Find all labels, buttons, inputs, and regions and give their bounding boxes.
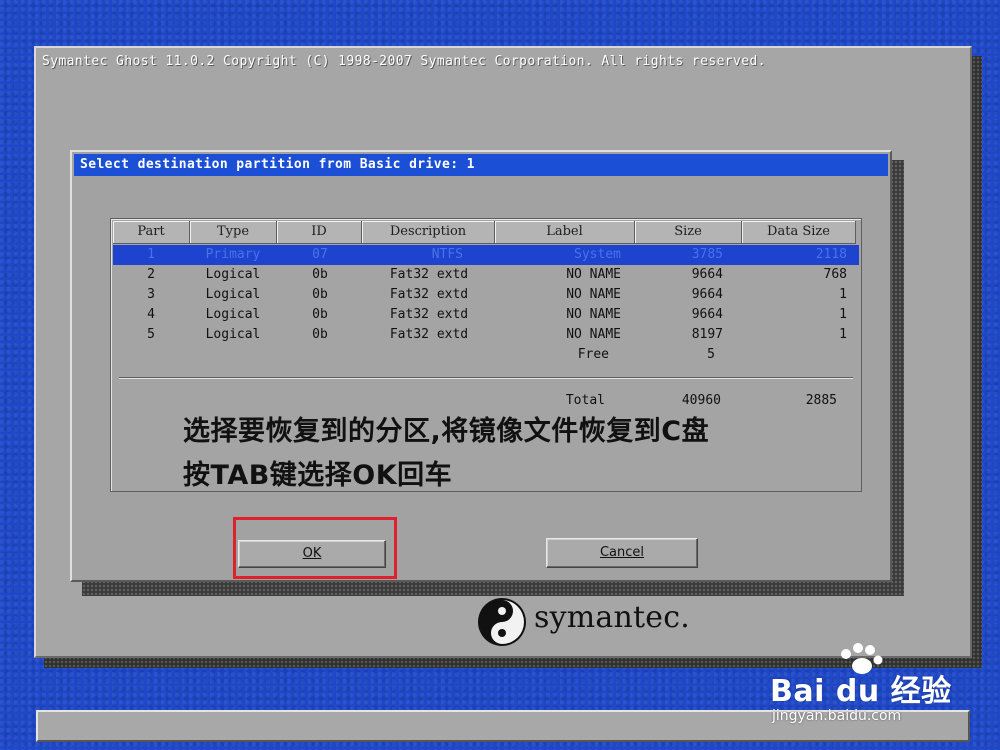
cell-data-size — [719, 345, 847, 365]
instruction-text-line2: 按TAB键选择OK回车 — [183, 460, 453, 491]
baidu-watermark: Bai du 经验 jingyan.baidu.com — [770, 640, 990, 740]
cell-id — [277, 345, 363, 365]
free-space-row: Free 5 — [113, 345, 859, 365]
cell-label: NO NAME — [566, 327, 621, 342]
cell-type: Primary — [205, 247, 261, 262]
cell-part: 3 — [147, 287, 155, 302]
cell-size: 3785 — [691, 247, 723, 262]
dialog-title: Select destination partition from Basic … — [74, 154, 888, 176]
cell-id: 0b — [312, 327, 328, 342]
column-header-type[interactable]: Type — [190, 221, 277, 244]
cell-size: 9664 — [691, 307, 723, 322]
cell-size: 9664 — [691, 287, 723, 302]
cell-type: Logical — [205, 327, 261, 342]
partition-row[interactable]: 4 Logical 0b Fat32 extd NO NAME 9664 1 — [113, 305, 859, 325]
cell-size: 9664 — [691, 267, 723, 282]
cell-data-size: 1 — [839, 307, 847, 322]
cell-label: NO NAME — [566, 287, 621, 302]
cell-description: Fat32 extd — [389, 267, 469, 282]
partition-row[interactable]: 3 Logical 0b Fat32 extd NO NAME 9664 1 — [113, 285, 859, 305]
cell-data-size: 768 — [823, 267, 847, 282]
cell-type — [189, 345, 277, 365]
cell-type: Logical — [205, 267, 261, 282]
baidu-brand-text: Bai du 经验 — [770, 674, 952, 709]
cell-part — [113, 345, 189, 365]
cell-part: 2 — [147, 267, 155, 282]
symantec-logo-icon — [478, 598, 526, 646]
column-header-size[interactable]: Size — [635, 221, 742, 244]
cell-data-size: 1 — [839, 287, 847, 302]
column-header-data-size[interactable]: Data Size — [742, 221, 856, 244]
select-partition-dialog: Select destination partition from Basic … — [70, 150, 892, 582]
cell-data-size: 2118 — [815, 247, 847, 262]
column-header-part[interactable]: Part — [113, 221, 190, 244]
instruction-text-line1: 选择要恢复到的分区,将镜像文件恢复到C盘 — [183, 416, 710, 447]
symantec-logo-text: symantec. — [534, 600, 690, 635]
cell-size: 8197 — [691, 327, 723, 342]
cell-description: Fat32 extd — [389, 287, 469, 302]
cell-id: 0b — [312, 307, 328, 322]
baidu-url-text: jingyan.baidu.com — [772, 708, 902, 724]
cell-id: 0b — [312, 267, 328, 282]
cancel-button-label: Cancel — [599, 545, 645, 560]
cell-description: Fat32 extd — [389, 307, 469, 322]
cell-type: Logical — [205, 307, 261, 322]
total-row: Total 40960 2885 — [113, 391, 859, 411]
cell-description — [363, 345, 495, 365]
cell-label: System — [574, 247, 621, 262]
cell-type: Logical — [205, 287, 261, 302]
cell-description: Fat32 extd — [389, 327, 469, 342]
window-title: Symantec Ghost 11.0.2 Copyright (C) 1998… — [42, 54, 766, 69]
cell-data-size: 1 — [839, 327, 847, 342]
total-data-size: 2885 — [805, 393, 837, 408]
partition-row-selected[interactable]: 1 Primary 07 NTFS System 3785 2118 — [113, 245, 859, 265]
partition-table: Part Type ID Description Label Size Data… — [110, 218, 862, 492]
column-header-label[interactable]: Label — [495, 221, 635, 244]
table-separator — [119, 377, 853, 379]
cell-label: NO NAME — [566, 307, 621, 322]
cell-label: NO NAME — [566, 267, 621, 282]
column-header-id[interactable]: ID — [277, 221, 362, 244]
partition-row[interactable]: 2 Logical 0b Fat32 extd NO NAME 9664 768 — [113, 265, 859, 285]
symantec-logo: symantec. — [476, 596, 690, 648]
partition-row[interactable]: 5 Logical 0b Fat32 extd NO NAME 8197 1 — [113, 325, 859, 345]
cell-size: 5 — [707, 347, 715, 362]
cell-label: Free — [577, 347, 609, 362]
cell-part: 1 — [147, 247, 155, 262]
cancel-button[interactable]: Cancel — [546, 538, 698, 568]
column-header-description[interactable]: Description — [362, 221, 495, 244]
cell-description: NTFS — [431, 247, 463, 262]
total-size: 40960 — [681, 393, 721, 408]
total-label: Total — [565, 393, 605, 408]
cell-id: 0b — [312, 287, 328, 302]
cell-part: 4 — [147, 307, 155, 322]
cell-part: 5 — [147, 327, 155, 342]
highlight-annotation-box — [233, 517, 397, 579]
cell-id: 07 — [312, 247, 328, 262]
